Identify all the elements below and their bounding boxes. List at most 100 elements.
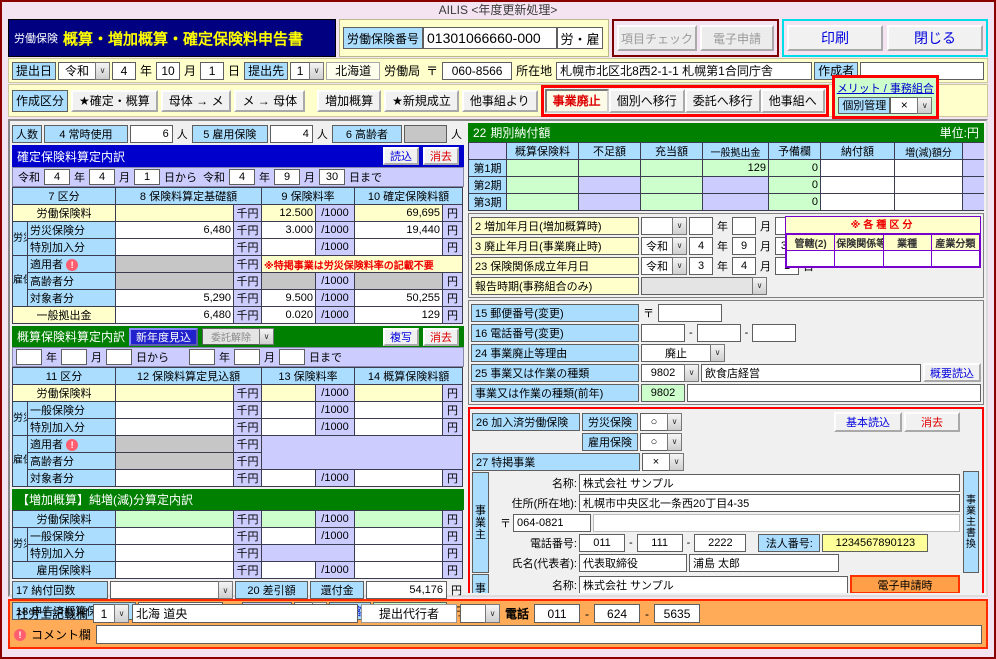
- amount-cell[interactable]: [354, 561, 443, 579]
- cell[interactable]: [578, 159, 641, 177]
- submit-day-field[interactable]: 1: [200, 61, 225, 80]
- work-kind-code-select[interactable]: 9802 ∨: [641, 363, 699, 382]
- zip-change-field[interactable]: [658, 303, 722, 322]
- seiritsu-year[interactable]: 3: [689, 256, 713, 275]
- period-d2[interactable]: 30: [319, 169, 345, 185]
- itaku-ikou-button[interactable]: 委託へ移行: [684, 88, 761, 113]
- cell[interactable]: 129: [702, 159, 769, 177]
- base-cell[interactable]: [115, 469, 235, 487]
- haishi-month[interactable]: 9: [732, 236, 756, 255]
- f5-field[interactable]: 4: [269, 125, 313, 143]
- owner-rewrite-button[interactable]: 事業主書換: [963, 471, 979, 573]
- rate-cell[interactable]: 9.500: [261, 289, 316, 307]
- sharoshi-no-select[interactable]: 1 ∨: [93, 604, 130, 623]
- zouka-gaisan-button[interactable]: 増加概算: [317, 89, 382, 112]
- submit-dest-select[interactable]: 1 ∨: [290, 61, 325, 80]
- base-cell[interactable]: [115, 204, 234, 222]
- rate-cell[interactable]: [261, 527, 316, 545]
- rate-cell[interactable]: [261, 510, 316, 528]
- tel-change-3[interactable]: [752, 323, 797, 342]
- period-y2[interactable]: 4: [229, 169, 255, 185]
- seiritsu-month[interactable]: 4: [732, 256, 756, 275]
- me-to-botai-button[interactable]: メ → 母体: [234, 89, 306, 112]
- rate-cell[interactable]: [261, 238, 316, 256]
- period-d1[interactable]: [106, 349, 132, 365]
- kakutei-gaisan-button[interactable]: ★確定・概算: [71, 89, 158, 112]
- amount-cell[interactable]: [354, 418, 444, 436]
- comment-field[interactable]: [96, 625, 982, 644]
- kk-cell[interactable]: [785, 250, 836, 267]
- houjin-field[interactable]: 1234567890123: [822, 533, 929, 552]
- rate-cell[interactable]: [261, 469, 317, 487]
- period-y1[interactable]: 4: [44, 169, 70, 185]
- kobetsu-ikou-button[interactable]: 個別へ移行: [608, 88, 685, 113]
- copy-button[interactable]: 複写: [383, 327, 419, 346]
- amount-cell[interactable]: [354, 401, 444, 419]
- cell[interactable]: 0: [768, 193, 821, 211]
- shinki-seiritsu-button[interactable]: ★新規成立: [384, 89, 459, 112]
- amount-cell[interactable]: [354, 510, 443, 528]
- base-cell[interactable]: [115, 544, 234, 562]
- cell[interactable]: 0: [768, 176, 821, 194]
- sharoshi-tel-1[interactable]: 011: [534, 604, 581, 623]
- kihon-read-button[interactable]: 基本読込: [834, 411, 902, 432]
- period-y2[interactable]: [189, 349, 215, 365]
- sharoshi-name-field[interactable]: 北海 道央: [132, 604, 359, 623]
- amount-cell[interactable]: 69,695: [354, 204, 443, 222]
- base-cell[interactable]: [115, 510, 234, 528]
- work-kind-field[interactable]: 飲食店経営: [701, 363, 921, 382]
- amount-cell[interactable]: 50,255: [354, 289, 443, 307]
- cell[interactable]: 0: [768, 159, 821, 177]
- merit-link[interactable]: メリット / 事務組合: [837, 80, 934, 96]
- period-m1[interactable]: [61, 349, 87, 365]
- tokkei-select[interactable]: × ∨: [642, 452, 684, 471]
- tajigumi-e-button[interactable]: 他事組へ: [760, 88, 825, 113]
- tel-change-2[interactable]: [696, 323, 741, 342]
- haishi-reason-select[interactable]: 廃止 ∨: [641, 343, 725, 362]
- owner-tel-1[interactable]: 011: [579, 533, 625, 552]
- item-check-button[interactable]: 項目チェック: [617, 25, 697, 51]
- amount-cell[interactable]: [354, 384, 444, 402]
- period-m2[interactable]: 9: [274, 169, 300, 185]
- amount-cell[interactable]: [354, 544, 443, 562]
- cell[interactable]: [640, 176, 703, 194]
- zouka-year[interactable]: [689, 216, 713, 235]
- base-cell[interactable]: 5,290: [115, 289, 234, 307]
- owner-zip-field[interactable]: 064-0821: [513, 513, 591, 532]
- tel-change-1[interactable]: [641, 323, 685, 342]
- rate-cell[interactable]: [261, 561, 316, 579]
- cell[interactable]: [506, 159, 579, 177]
- zouka-month[interactable]: [732, 216, 756, 235]
- period-d1[interactable]: 1: [134, 169, 160, 185]
- owner-tel-3[interactable]: 2222: [694, 533, 747, 552]
- cell[interactable]: [506, 193, 579, 211]
- haishi-era-select[interactable]: 令和 ∨: [641, 236, 687, 255]
- e-apply-button[interactable]: 電子申請: [700, 25, 774, 51]
- cell[interactable]: [894, 159, 963, 177]
- clear-button[interactable]: 消去: [904, 411, 960, 432]
- base-cell[interactable]: 6,480: [115, 306, 234, 324]
- submit-era-select[interactable]: 令和 ∨: [58, 61, 111, 80]
- cell[interactable]: [820, 193, 895, 211]
- seiritsu-era-select[interactable]: 令和 ∨: [641, 256, 687, 275]
- kk-cell[interactable]: [834, 250, 884, 267]
- base-cell[interactable]: [115, 238, 234, 256]
- kobetsu-kanri-select[interactable]: × ∨: [890, 96, 933, 114]
- rousai-hoken-select[interactable]: ○ ∨: [640, 412, 682, 431]
- base-cell[interactable]: [115, 401, 235, 419]
- amount-cell[interactable]: [354, 238, 443, 256]
- insurance-number-field[interactable]: 01301066660-000: [423, 27, 558, 49]
- biz-name-field[interactable]: 株式会社 サンプル: [579, 575, 848, 593]
- koyou-hoken-select[interactable]: ○ ∨: [640, 432, 682, 451]
- haishi-year[interactable]: 4: [689, 236, 713, 255]
- rep-title-field[interactable]: 代表取締役: [579, 553, 687, 572]
- kk-cell[interactable]: [930, 250, 981, 267]
- cell[interactable]: [820, 176, 895, 194]
- sharoshi-tel-2[interactable]: 624: [594, 604, 641, 623]
- rate-cell[interactable]: [261, 384, 317, 402]
- base-cell[interactable]: [115, 418, 235, 436]
- rate-cell[interactable]: 0.020: [261, 306, 316, 324]
- cell[interactable]: [820, 159, 895, 177]
- clear-button[interactable]: 消去: [423, 147, 459, 165]
- daikou-select[interactable]: ∨: [460, 604, 501, 623]
